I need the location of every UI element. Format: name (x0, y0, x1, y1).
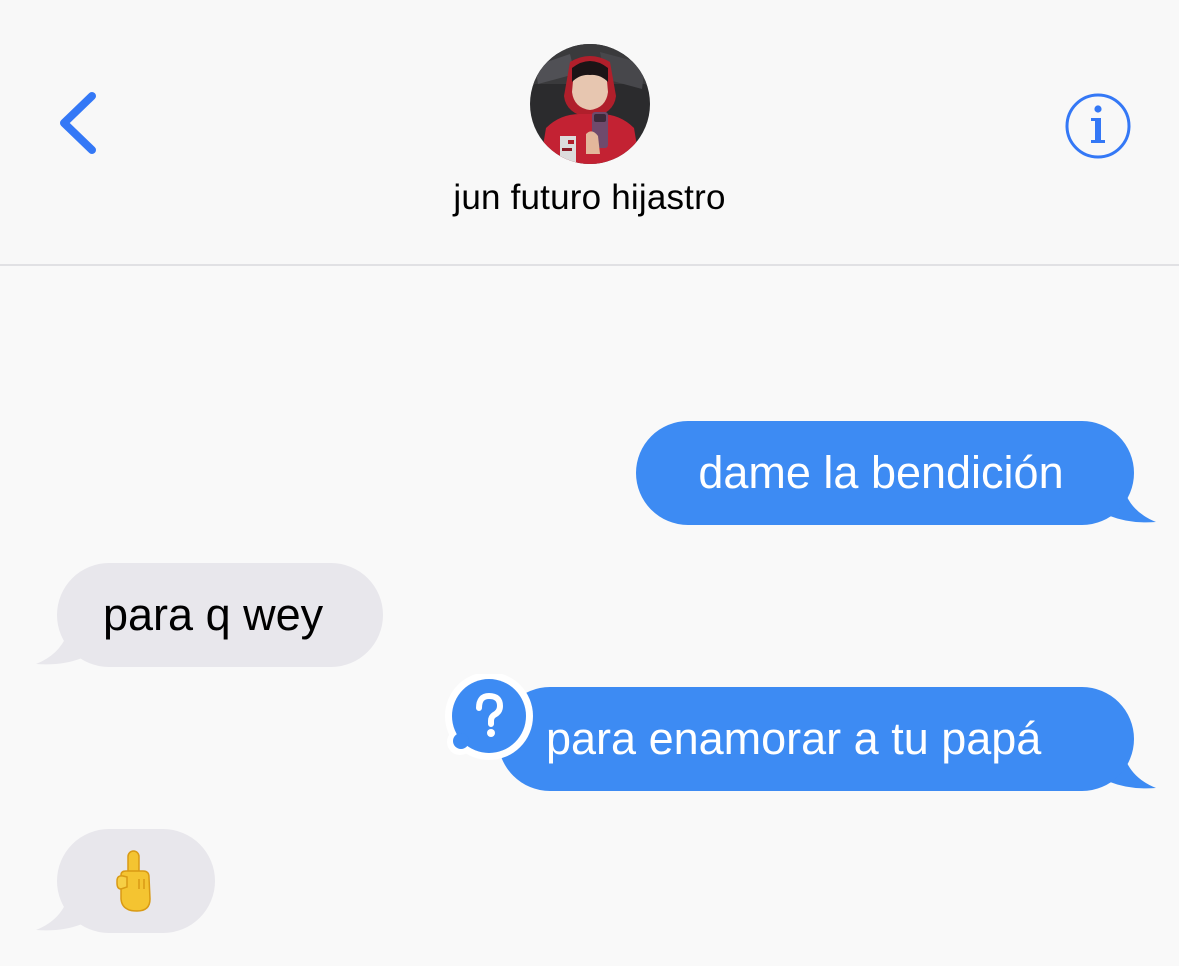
avatar-photo-icon (530, 44, 650, 164)
conversation-header: jun futuro hijastro (0, 0, 1179, 266)
question-mark-badge-icon[interactable] (442, 674, 536, 764)
contact-avatar[interactable] (530, 44, 650, 164)
info-circle-icon[interactable] (1064, 92, 1132, 160)
sent-message-bubble[interactable]: dame la bendición (636, 421, 1134, 525)
received-message-bubble[interactable]: para q wey (57, 563, 383, 667)
sent-message-bubble[interactable]: para enamorar a tu papá (498, 687, 1134, 791)
middle-finger-emoji-icon (116, 850, 151, 912)
back-chevron-icon[interactable] (52, 88, 106, 158)
contact-name[interactable]: jun futuro hijastro (0, 178, 1179, 218)
messages-screen: jun futuro hijastro dame la bendición pa… (0, 0, 1179, 966)
